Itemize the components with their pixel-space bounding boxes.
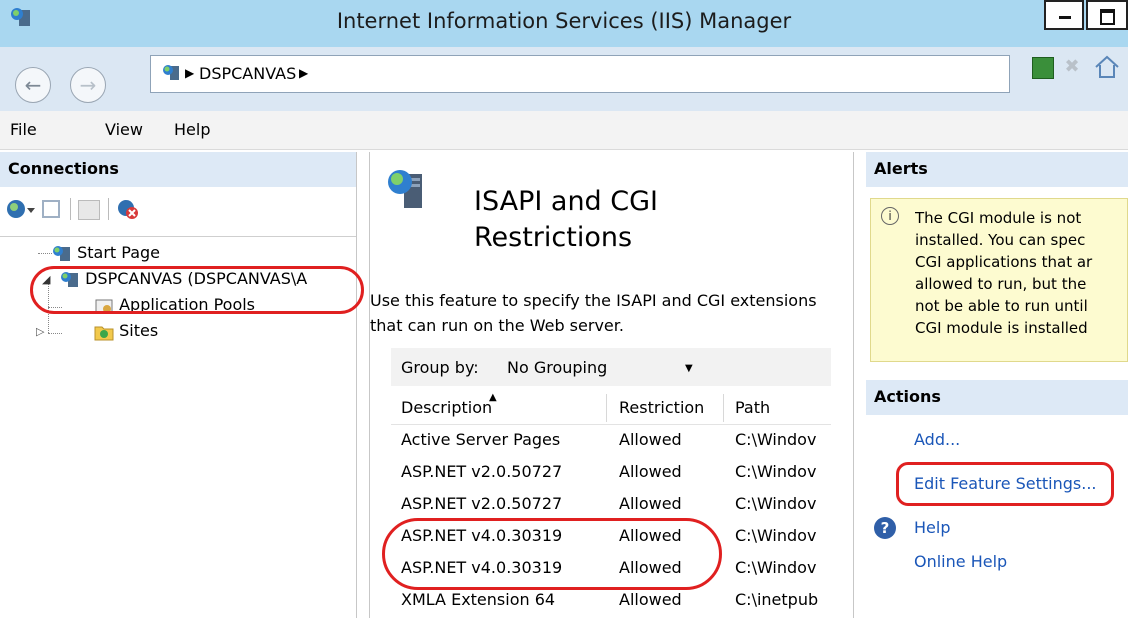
breadcrumb-arrow-icon: ▶: [185, 66, 195, 80]
tree-collapse-icon[interactable]: ▷: [36, 325, 44, 338]
cell-description: ASP.NET v2.0.50727: [401, 462, 563, 481]
column-divider: [723, 394, 724, 422]
cell-path: C:\Windov: [735, 526, 817, 545]
column-header-path[interactable]: Path: [735, 398, 770, 417]
tree-item-start-page[interactable]: Start Page: [52, 243, 160, 263]
group-by-value: No Grouping: [507, 358, 608, 377]
alert-line: allowed to run, but the: [915, 275, 1087, 293]
window-title: Internet Information Services (IIS) Mana…: [336, 9, 792, 33]
start-page-icon: [53, 245, 70, 261]
cell-description: XMLA Extension 64: [401, 590, 556, 609]
back-button[interactable]: ←: [15, 67, 51, 103]
maximize-button[interactable]: [1086, 0, 1128, 30]
actions-panel: Alerts i The CGI module is not installed…: [866, 152, 1128, 618]
alert-line: CGI module is installed: [915, 319, 1088, 337]
column-header-description[interactable]: Description: [401, 398, 492, 417]
table-header: Description ▲ Restriction Path: [391, 392, 831, 425]
alert-box: i The CGI module is not installed. You c…: [870, 198, 1128, 362]
breadcrumb-server[interactable]: DSPCANVAS: [199, 64, 296, 83]
menu-bar: File View Help: [0, 111, 1128, 150]
cell-description: ASP.NET v2.0.50727: [401, 494, 563, 513]
cell-path: C:\Windov: [735, 430, 817, 449]
page-title: ISAPI and CGI Restrictions: [474, 184, 658, 256]
page-title-line2: Restrictions: [474, 222, 633, 253]
cell-path: C:\inetpub: [735, 590, 819, 609]
alert-line: The CGI module is not: [915, 209, 1082, 227]
toolbar-separator: [108, 198, 109, 220]
cell-path: C:\Windov: [735, 462, 817, 481]
online-help-link[interactable]: Online Help: [914, 552, 1007, 571]
menu-help[interactable]: Help: [174, 120, 210, 139]
tree-connector: [48, 333, 62, 334]
menu-view[interactable]: View: [105, 120, 143, 139]
chevron-down-icon: ▼: [685, 363, 693, 374]
add-link[interactable]: Add...: [914, 430, 960, 449]
breadcrumb-arrow-icon: ▶: [299, 66, 309, 80]
back-arrow-icon: ←: [24, 73, 42, 97]
alert-text: The CGI module is not installed. You can…: [915, 207, 1128, 339]
feature-panel: ISAPI and CGI Restrictions Use this feat…: [369, 152, 854, 618]
alert-line: not be able to run until: [915, 297, 1088, 315]
home-icon[interactable]: [1094, 55, 1120, 83]
address-field[interactable]: ▶ DSPCANVAS ▶: [150, 55, 1010, 93]
column-divider: [606, 394, 607, 422]
address-bar: ← → ▶ DSPCANVAS ▶ ✖: [0, 47, 1128, 111]
up-folder-icon[interactable]: [78, 200, 100, 220]
feature-icon: [386, 168, 428, 216]
tree-item-sites[interactable]: Sites: [94, 321, 158, 341]
forward-arrow-icon: →: [79, 73, 97, 97]
save-icon[interactable]: [42, 200, 60, 218]
info-icon: i: [881, 207, 899, 225]
alert-line: CGI applications that ar: [915, 253, 1093, 271]
cell-restriction: Allowed: [619, 494, 682, 513]
annotation-highlight: [896, 462, 1114, 506]
table-row[interactable]: Active Server Pages Allowed C:\Windov: [391, 424, 831, 456]
toolbar-separator: [70, 198, 71, 220]
feature-description: Use this feature to specify the ISAPI an…: [370, 291, 817, 335]
disconnect-icon[interactable]: [116, 198, 140, 224]
sort-ascending-icon: ▲: [489, 392, 497, 403]
minimize-button[interactable]: [1044, 0, 1084, 30]
refresh-icon[interactable]: [1032, 57, 1054, 79]
connect-globe-icon[interactable]: [6, 198, 36, 224]
group-by-label: Group by:: [401, 358, 479, 377]
connections-header: Connections: [0, 152, 356, 187]
connections-toolbar: [6, 198, 206, 222]
connections-panel: Connections Start Page ◢ DSPCANVAS (DSPC…: [0, 152, 364, 618]
actions-header: Actions: [866, 380, 1128, 415]
help-icon: ?: [874, 517, 896, 539]
help-link[interactable]: Help: [914, 518, 950, 537]
alert-line: installed. You can spec: [915, 231, 1086, 249]
alerts-header: Alerts: [866, 152, 1128, 187]
tree-label: Sites: [119, 321, 159, 340]
forward-button[interactable]: →: [70, 67, 106, 103]
cell-restriction: Allowed: [619, 590, 682, 609]
cell-description: Active Server Pages: [401, 430, 561, 449]
tree-connector: [38, 253, 52, 254]
annotation-highlight: [30, 266, 364, 314]
maximize-icon: [1100, 9, 1115, 25]
cell-restriction: Allowed: [619, 430, 682, 449]
cell-restriction: Allowed: [619, 462, 682, 481]
group-by-bar: Group by: No Grouping ▼: [391, 348, 831, 386]
minimize-icon: [1059, 16, 1071, 19]
group-by-select[interactable]: No Grouping ▼: [507, 358, 703, 377]
page-title-line1: ISAPI and CGI: [474, 186, 659, 217]
stop-icon[interactable]: ✖: [1062, 57, 1082, 77]
title-bar: Internet Information Services (IIS) Mana…: [0, 0, 1128, 47]
annotation-highlight: [382, 518, 722, 590]
table-row[interactable]: ASP.NET v2.0.50727 Allowed C:\Windov: [391, 488, 831, 520]
menu-file[interactable]: File: [10, 120, 37, 139]
server-icon: [161, 63, 181, 87]
table-row[interactable]: ASP.NET v2.0.50727 Allowed C:\Windov: [391, 456, 831, 488]
tree-label: Start Page: [77, 243, 160, 262]
cell-path: C:\Windov: [735, 494, 817, 513]
sites-folder-icon: [94, 326, 114, 340]
column-header-restriction[interactable]: Restriction: [619, 398, 704, 417]
cell-path: C:\Windov: [735, 558, 817, 577]
